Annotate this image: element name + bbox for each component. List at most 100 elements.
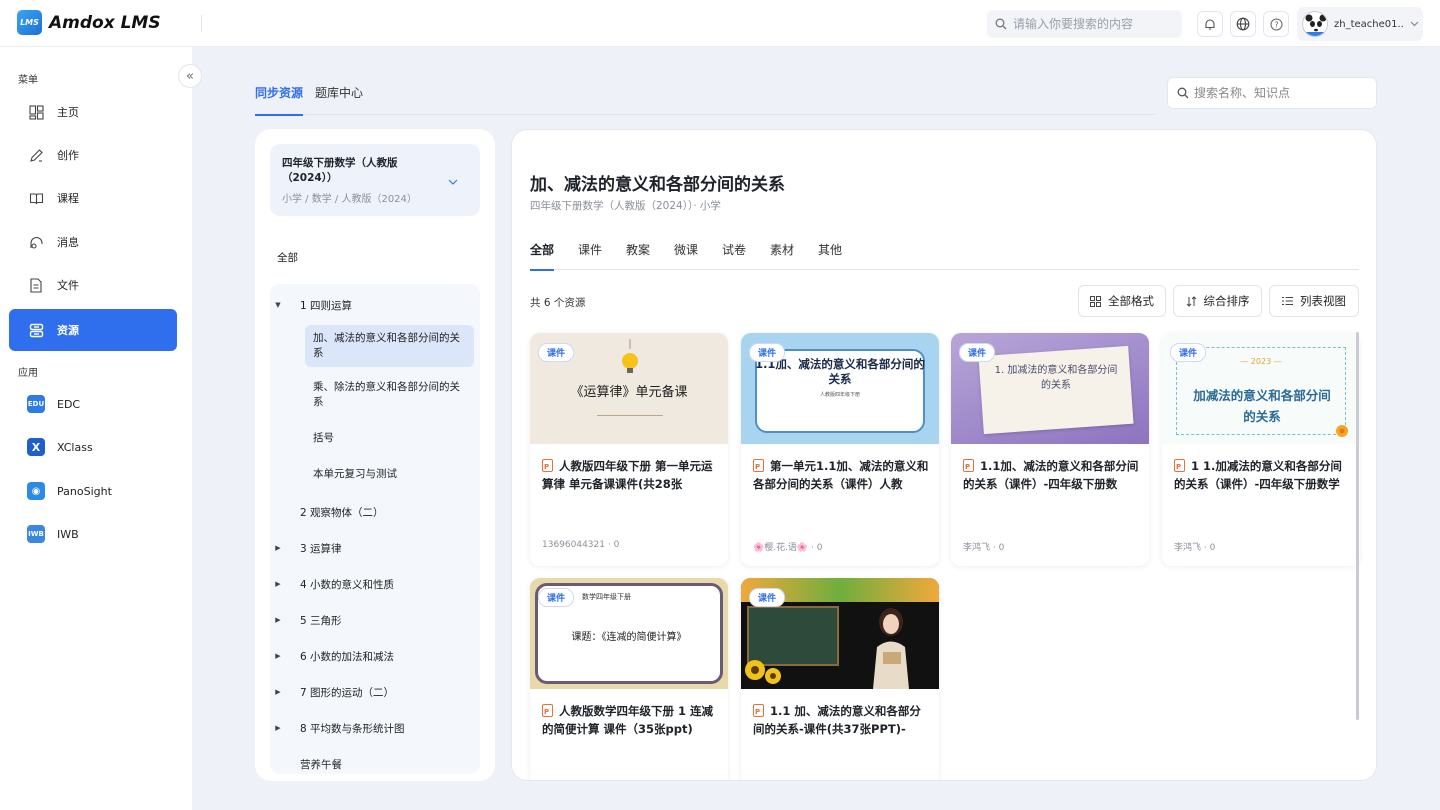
sidebar-item-create[interactable]: 创作 (9, 134, 177, 176)
resource-icon (27, 321, 45, 339)
sidebar-item-courses[interactable]: 课程 (9, 177, 177, 219)
sidebar-item-label: 课程 (57, 192, 79, 205)
resource-card[interactable]: 课件 — 2023 — 加减法的意义和各部分间的关系 1 1.加减法的意义和各部… (1162, 333, 1360, 566)
divider (201, 15, 202, 32)
ppt-file-icon (963, 458, 974, 476)
section-title: 加、减法的意义和各部分间的关系 (530, 175, 785, 195)
resource-type-tabs: 全部 课件 教案 微课 试卷 素材 其他 (530, 241, 1359, 271)
chapter-label: 4 小数的意义和性质 (300, 579, 395, 591)
sidebar-app-xclass[interactable]: X XClass (9, 426, 177, 468)
section-item[interactable]: 加、减法的意义和各部分间的关系 (305, 325, 474, 367)
chapter-item[interactable]: ▶ 4 小数的意义和性质 (270, 577, 480, 592)
section-item[interactable]: 本单元复习与测试 (305, 461, 474, 488)
card-thumbnail: 课件 1. 加减法的意义和各部分间的关系 (951, 333, 1149, 444)
resource-content-panel: 加、减法的意义和各部分间的关系 四年级下册数学（人教版（2024））· 小学 全… (511, 129, 1377, 781)
chapter-item[interactable]: ▶ 7 图形的运动（二） (270, 685, 480, 700)
resource-card[interactable]: 课件 1.1 加、减法的意义和各部分间的关系-课件(共37张PPT)- (741, 578, 939, 780)
global-search-input[interactable] (1013, 17, 1173, 31)
caret-right-icon: ▶ (275, 652, 281, 660)
help-button[interactable]: ? (1263, 11, 1289, 37)
tab-test-paper[interactable]: 试卷 (722, 241, 746, 270)
language-button[interactable] (1230, 11, 1256, 37)
resource-card[interactable]: 课件 数学四年级下册 课题：《连减的简便计算》 人教版数学四年级下册 1 连减的… (530, 578, 728, 780)
chapter-tree: ▼ 1 四则运算 加、减法的意义和各部分间的关系 乘、除法的意义和各部分间的关系… (270, 284, 480, 774)
sidebar-item-resources[interactable]: 资源 (9, 309, 177, 351)
card-thumbnail: 课件 《运算律》单元备课 (530, 333, 728, 444)
app-name: Amdox LMS (49, 12, 161, 33)
tab-sync-resources[interactable]: 同步资源 (255, 85, 304, 116)
list-view-label: 列表视图 (1300, 294, 1346, 308)
chapter-item[interactable]: 营养午餐 (270, 757, 480, 772)
tab-courseware[interactable]: 课件 (578, 241, 602, 270)
resource-card[interactable]: 课件 1. 加减法的意义和各部分间的关系 1.1加、减法的意义和各部分间的关系（… (951, 333, 1149, 566)
thumbnail-title: 《运算律》单元备课 (570, 385, 688, 400)
format-filter-button[interactable]: 全部格式 (1078, 285, 1166, 317)
thumbnail-title: 加减法的意义和各部分间的关系 (1193, 388, 1331, 424)
caret-down-icon: ▼ (275, 301, 281, 309)
tab-lesson-plan[interactable]: 教案 (626, 241, 650, 270)
chapter-label: 1 四则运算 (300, 300, 353, 312)
collapse-sidebar-button[interactable]: « (178, 64, 202, 88)
sidebar-app-iwb[interactable]: IWB IWB (9, 513, 177, 555)
ppt-file-icon (753, 458, 764, 476)
ppt-file-icon (753, 703, 764, 721)
sidebar-item-label: 资源 (57, 324, 79, 337)
pen-icon (27, 146, 45, 164)
sidebar-app-edc[interactable]: EDU EDC (9, 383, 177, 425)
notification-button[interactable] (1197, 11, 1223, 37)
bell-icon (1205, 18, 1215, 30)
search-icon (995, 18, 1007, 30)
tab-question-bank[interactable]: 题库中心 (315, 85, 363, 115)
type-badge: 课件 (959, 343, 996, 362)
tab-all[interactable]: 全部 (530, 241, 555, 271)
caret-right-icon: ▶ (275, 616, 281, 624)
teacher-illustration-icon (873, 608, 909, 689)
thumbnail-line (597, 415, 663, 416)
chapter-label: 营养午餐 (300, 759, 342, 771)
sidebar-item-label: EDC (57, 397, 81, 411)
sort-button[interactable]: 综合排序 (1173, 285, 1262, 317)
card-title: 人教版四年级下册 第一单元运算律 单元备课课件(共28张 (542, 457, 718, 493)
chapter-item[interactable]: ▶ 6 小数的加法和减法 (270, 649, 480, 664)
tab-material[interactable]: 素材 (770, 241, 794, 270)
panosight-icon: ◉ (27, 482, 45, 500)
section-item[interactable]: 乘、除法的意义和各部分间的关系 (305, 374, 474, 416)
svg-text:?: ? (1274, 20, 1278, 29)
section-item[interactable]: 括号 (305, 425, 474, 452)
resource-card[interactable]: 课件 1.1加、减法的意义和各部分间的关系 人教版四年级下册 第一单元1.1加、… (741, 333, 939, 566)
ppt-file-icon (1174, 458, 1185, 476)
search-icon (1177, 87, 1189, 99)
thumbnail-subtitle: 数学四年级下册 (582, 593, 631, 601)
resource-search[interactable] (1167, 77, 1377, 109)
card-meta: 李鸿飞 · 0 (1174, 543, 1216, 553)
user-menu[interactable]: zh_teache01... (1297, 7, 1423, 41)
type-badge: 课件 (538, 343, 575, 362)
textbook-path: 小学 / 数学 / 人教版（2024） (282, 194, 417, 205)
content-scrollbar[interactable] (1356, 332, 1359, 720)
chapter-item[interactable]: ▼ 1 四则运算 (270, 298, 480, 313)
chapter-item[interactable]: ▶ 8 平均数与条形统计图 (270, 721, 480, 736)
resource-search-input[interactable] (1194, 86, 1364, 100)
chapter-item[interactable]: ▶ 3 运算律 (270, 541, 480, 556)
sidebar-item-messages[interactable]: 消息 (9, 221, 177, 263)
chapter-item[interactable]: ▶ 5 三角形 (270, 613, 480, 628)
card-thumbnail: 课件 (741, 578, 939, 689)
chevron-down-icon (448, 174, 458, 188)
list-view-button[interactable]: 列表视图 (1269, 285, 1359, 317)
resource-card[interactable]: 课件 《运算律》单元备课 人教版四年级下册 第一单元运算律 单元备课课件(共28… (530, 333, 728, 566)
avatar (1302, 11, 1328, 37)
tree-all[interactable]: 全部 (277, 250, 298, 265)
sidebar-item-files[interactable]: 文件 (9, 264, 177, 306)
chapter-label: 3 运算律 (300, 543, 342, 555)
sidebar-item-home[interactable]: 主页 (9, 91, 177, 133)
chapter-item[interactable]: 2 观察物体（二） (270, 505, 480, 520)
sort-icon (1186, 295, 1196, 307)
tab-other[interactable]: 其他 (818, 241, 842, 270)
tab-micro-lesson[interactable]: 微课 (674, 241, 698, 270)
global-search[interactable] (987, 10, 1182, 38)
textbook-selector[interactable]: 四年级下册数学（人教版（2024）） 小学 / 数学 / 人教版（2024） (270, 144, 480, 216)
sidebar-app-panosight[interactable]: ◉ PanoSight (9, 470, 177, 512)
sort-label: 综合排序 (1203, 294, 1250, 308)
app-logo[interactable]: LMS Amdox LMS (17, 10, 161, 35)
sidebar-section-menu: 菜单 (18, 75, 38, 86)
